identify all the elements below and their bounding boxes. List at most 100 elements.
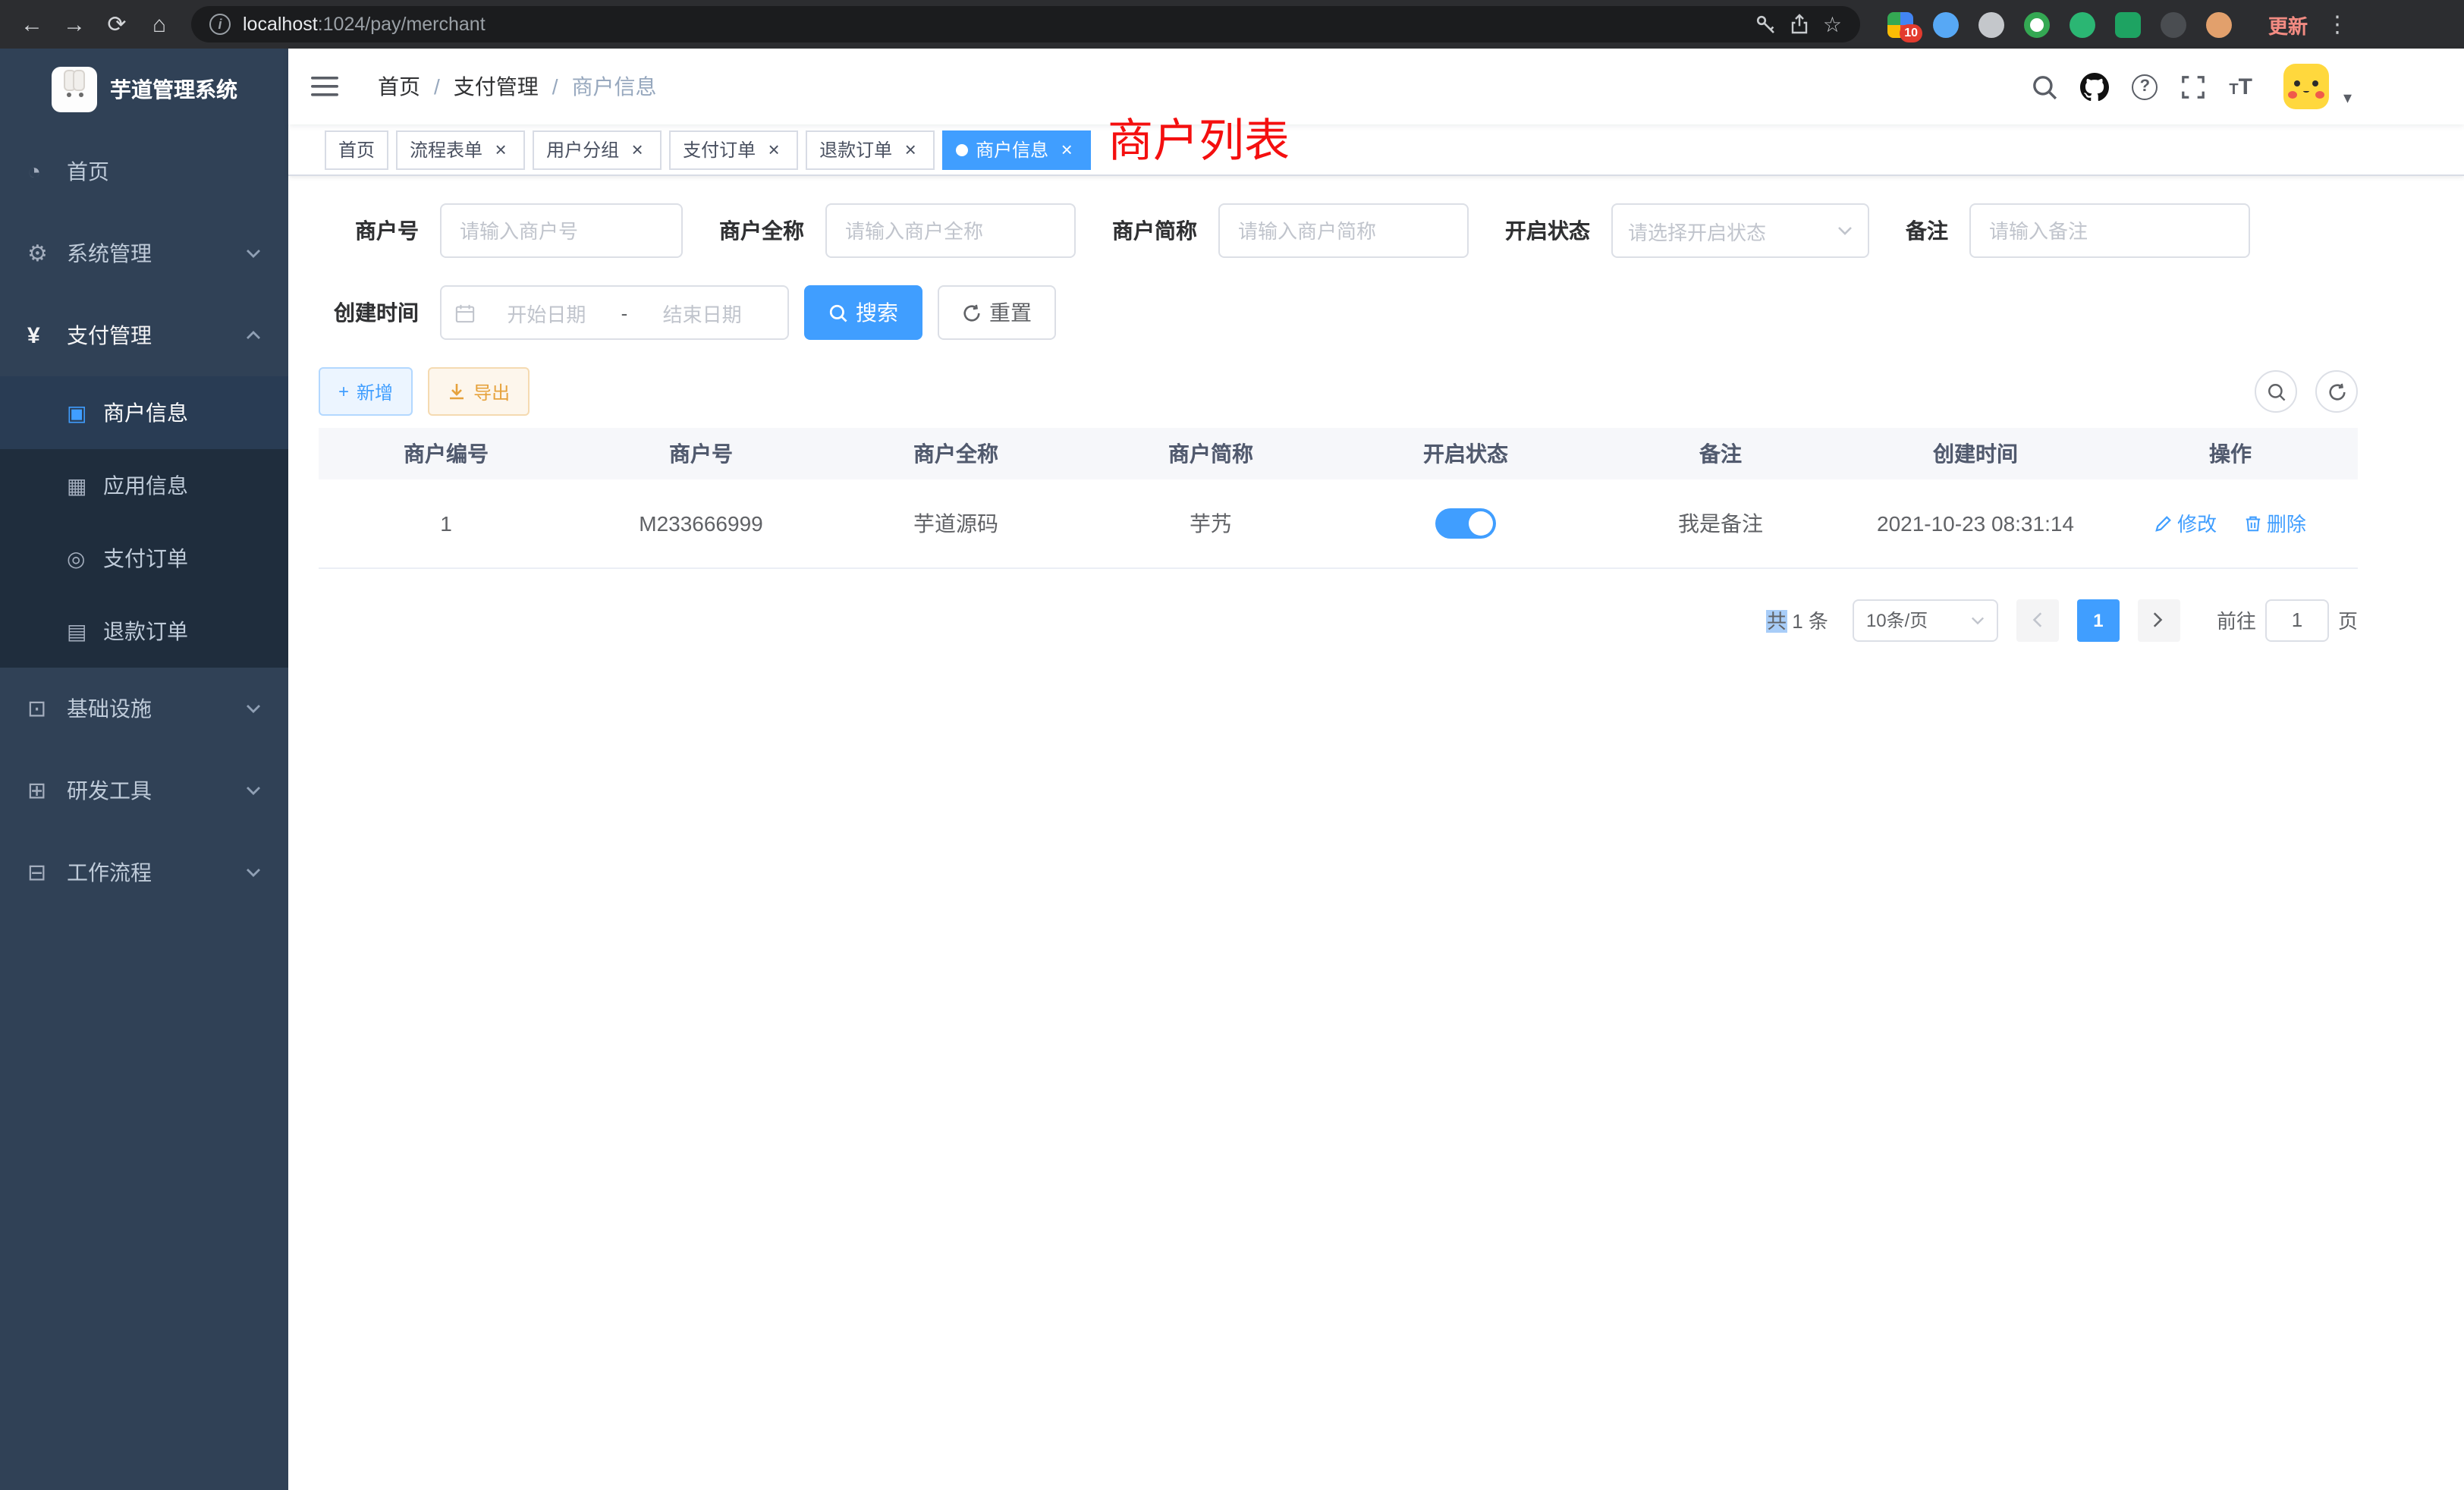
refresh-table-button[interactable]	[2315, 370, 2358, 413]
extension-gray-icon[interactable]	[1978, 11, 2004, 37]
next-page-button[interactable]	[2138, 599, 2180, 641]
tags-view: 首页 流程表单 × 用户分组 × 支付订单 × 退款订单 ×	[288, 124, 2464, 176]
sidebar-item-app-info[interactable]: ▦ 应用信息	[0, 449, 288, 522]
dashboard-icon: ◔	[27, 159, 67, 184]
fullscreen-icon[interactable]	[2180, 74, 2206, 99]
full-name-input[interactable]	[825, 203, 1076, 258]
sidebar-item-infrastructure[interactable]: ⊡ 基础设施	[0, 668, 288, 750]
filter-full-name: 商户全称	[719, 203, 1076, 258]
sidebar-item-label: 应用信息	[103, 470, 188, 501]
address-bar[interactable]: i localhost:1024/pay/merchant ☆	[191, 6, 1860, 42]
password-key-icon[interactable]	[1756, 14, 1777, 35]
short-name-input[interactable]	[1218, 203, 1469, 258]
start-date-placeholder: 开始日期	[475, 298, 618, 327]
prev-page-button[interactable]	[2016, 599, 2059, 641]
breadcrumb-home[interactable]: 首页	[378, 71, 420, 102]
add-button[interactable]: + 新增	[319, 367, 413, 416]
browser-home-icon[interactable]: ⌂	[140, 5, 179, 44]
github-icon[interactable]	[2080, 72, 2109, 101]
extension-drop-icon[interactable]	[1933, 11, 1959, 37]
merchant-no-input[interactable]	[440, 203, 683, 258]
app-title: 芋道管理系统	[110, 74, 237, 105]
date-range-picker[interactable]: 开始日期 - 结束日期	[440, 285, 789, 340]
status-select[interactable]: 请选择开启状态	[1611, 203, 1869, 258]
cell-remark: 我是备注	[1593, 479, 1848, 567]
font-size-icon[interactable]: TT	[2229, 75, 2252, 98]
delete-link[interactable]: 删除	[2244, 509, 2306, 538]
sidebar-item-pay-order[interactable]: ◎ 支付订单	[0, 522, 288, 595]
tab-user-group[interactable]: 用户分组 ×	[533, 130, 662, 169]
sidebar-item-dev-tools[interactable]: ⊞ 研发工具	[0, 750, 288, 831]
share-icon[interactable]	[1790, 14, 1811, 35]
sidebar-item-system[interactable]: ⚙ 系统管理	[0, 212, 288, 294]
show-search-button[interactable]	[2255, 370, 2297, 413]
sidebar: 芋道管理系统 ◔ 首页 ⚙ 系统管理 ¥ 支付管理 ▣ 商户信息	[0, 49, 288, 1490]
extension-avatar-icon[interactable]	[2206, 11, 2232, 37]
close-icon[interactable]: ×	[900, 139, 921, 160]
tab-pay-order[interactable]: 支付订单 ×	[669, 130, 798, 169]
navbar-actions: ? TT ▾	[2032, 64, 2352, 109]
page-content: 商户号 商户全称 商户简称 开启状态 请选择开启状态	[288, 176, 2464, 1490]
hamburger-icon[interactable]	[311, 76, 338, 97]
extension-ring-icon[interactable]	[2024, 11, 2050, 37]
filter-remark: 备注	[1906, 203, 2250, 258]
jump-page-input[interactable]	[2265, 599, 2329, 641]
browser-forward-icon[interactable]: →	[55, 5, 94, 44]
sidebar-item-label: 支付订单	[103, 543, 188, 574]
sidebar-item-refund-order[interactable]: ▤ 退款订单	[0, 595, 288, 668]
browser-toolbar: ← → ⟳ ⌂ i localhost:1024/pay/merchant ☆ …	[0, 0, 2464, 49]
cell-full-name: 芋道源码	[828, 479, 1083, 567]
status-toggle[interactable]	[1435, 508, 1496, 539]
sidebar-item-payment[interactable]: ¥ 支付管理	[0, 294, 288, 376]
browser-back-icon[interactable]: ←	[12, 5, 52, 44]
search-icon	[2266, 382, 2286, 401]
jump-prefix: 前往	[2217, 605, 2256, 634]
sidebar-item-home[interactable]: ◔ 首页	[0, 130, 288, 212]
close-icon[interactable]: ×	[490, 139, 511, 160]
page-size-select[interactable]: 10条/页	[1853, 599, 1998, 641]
sidebar-item-workflow[interactable]: ⊟ 工作流程	[0, 831, 288, 913]
tab-refund-order[interactable]: 退款订单 ×	[806, 130, 935, 169]
close-icon[interactable]: ×	[627, 139, 648, 160]
breadcrumb-payment[interactable]: 支付管理	[454, 71, 539, 102]
avatar-caret-icon[interactable]: ▾	[2343, 87, 2352, 107]
extension-green-circle-icon[interactable]	[2070, 11, 2095, 37]
col-short-name: 商户简称	[1083, 428, 1338, 479]
filter-label: 商户简称	[1112, 215, 1197, 246]
reset-button[interactable]: 重置	[938, 285, 1056, 340]
extension-grid-icon[interactable]: 10	[1887, 11, 1913, 37]
tab-merchant-info[interactable]: 商户信息 ×	[942, 130, 1091, 169]
filter-label: 创建时间	[319, 297, 419, 328]
browser-reload-icon[interactable]: ⟳	[97, 5, 137, 44]
close-icon[interactable]: ×	[763, 139, 784, 160]
search-button[interactable]: 搜索	[804, 285, 922, 340]
browser-menu-icon[interactable]: ⋮	[2326, 11, 2349, 38]
bookmark-star-icon[interactable]: ☆	[1823, 11, 1842, 37]
table-setting-icons	[2255, 370, 2358, 413]
sidebar-item-merchant-info[interactable]: ▣ 商户信息	[0, 376, 288, 449]
chevron-down-icon	[246, 786, 261, 795]
monitor-icon: ⊡	[27, 695, 67, 722]
site-info-icon[interactable]: i	[209, 14, 231, 35]
extension-green-square-icon[interactable]	[2115, 11, 2141, 37]
plus-icon: +	[338, 381, 349, 402]
edit-link[interactable]: 修改	[2154, 509, 2217, 538]
breadcrumb-merchant-info: 商户信息	[572, 71, 657, 102]
chevron-down-icon	[246, 249, 261, 258]
page-number-button[interactable]: 1	[2077, 599, 2120, 641]
search-icon	[828, 303, 848, 322]
export-button[interactable]: 导出	[428, 367, 530, 416]
app-logo[interactable]: 芋道管理系统	[0, 49, 288, 130]
chevron-left-icon	[2032, 611, 2043, 628]
browser-update-button[interactable]: 更新	[2268, 10, 2308, 39]
extension-dark-icon[interactable]	[2161, 11, 2186, 37]
extension-icons: 10	[1887, 11, 2232, 37]
remark-input[interactable]	[1969, 203, 2250, 258]
help-icon[interactable]: ?	[2132, 74, 2158, 99]
user-avatar[interactable]	[2284, 64, 2330, 109]
close-icon[interactable]: ×	[1056, 139, 1077, 160]
tab-process-form[interactable]: 流程表单 ×	[396, 130, 525, 169]
tab-home[interactable]: 首页	[325, 130, 388, 169]
pagination-jump: 前往 页	[2217, 599, 2358, 641]
search-icon[interactable]	[2032, 74, 2057, 99]
